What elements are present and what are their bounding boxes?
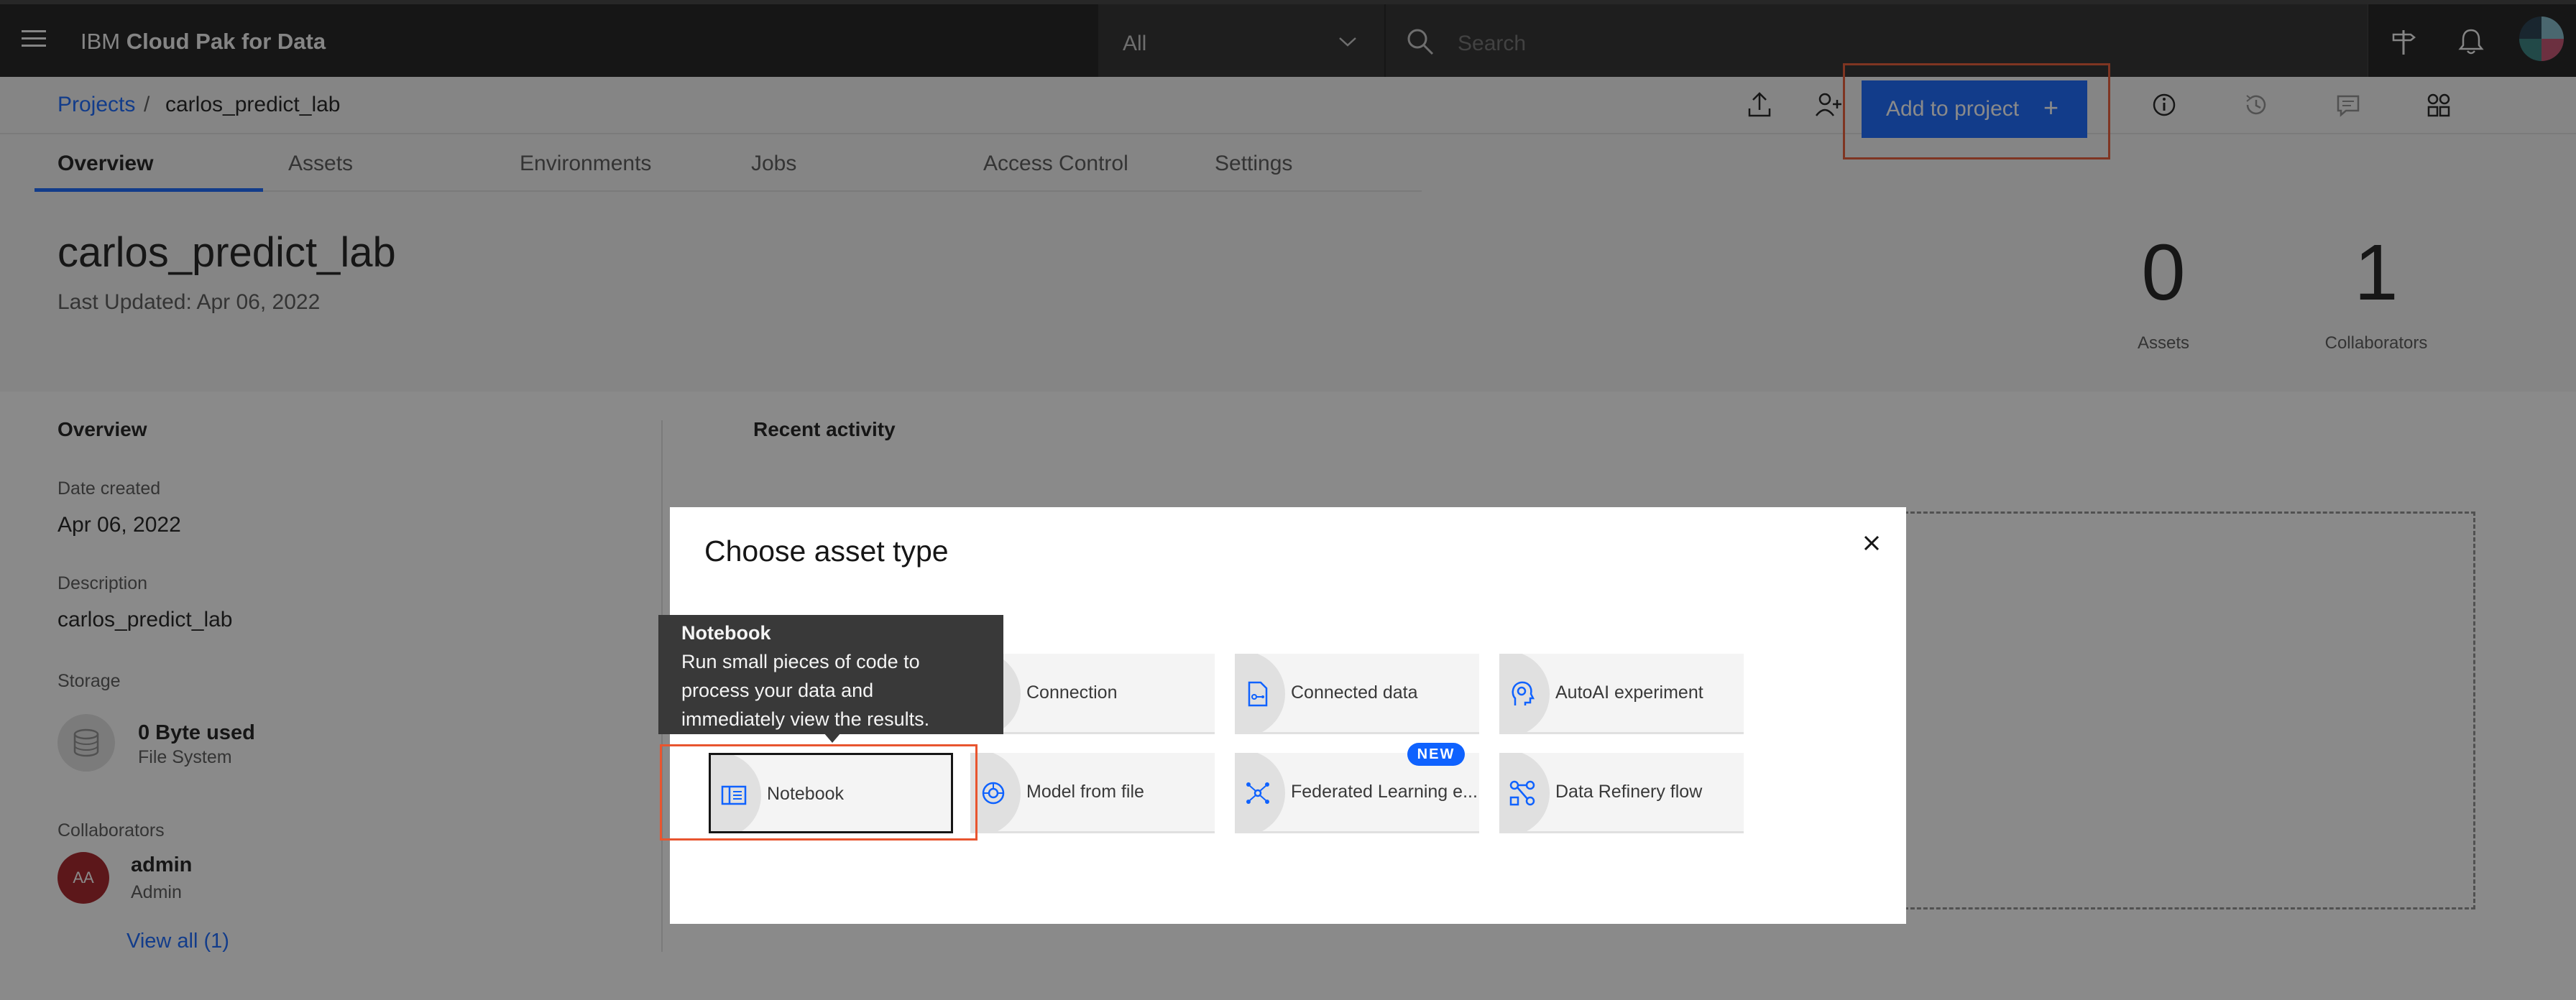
close-icon bbox=[1864, 535, 1880, 551]
federated-learning-icon bbox=[1243, 779, 1272, 807]
close-modal-button[interactable] bbox=[1857, 529, 1886, 557]
tile-data-refinery-flow[interactable]: Data Refinery flow bbox=[1499, 753, 1744, 833]
tooltip-description: Run small pieces of code to process your… bbox=[681, 651, 930, 730]
tile-label: Model from file bbox=[1026, 782, 1144, 802]
tile-label: AutoAI experiment bbox=[1555, 682, 1703, 703]
tooltip-caret bbox=[824, 733, 841, 743]
notebook-tooltip: Notebook Run small pieces of code to pro… bbox=[658, 615, 1003, 734]
tile-label: Federated Learning e... bbox=[1291, 782, 1478, 802]
model-icon bbox=[979, 779, 1008, 807]
data-refinery-icon bbox=[1508, 779, 1537, 807]
tile-connection[interactable]: Connection bbox=[970, 654, 1215, 734]
notebook-highlight bbox=[660, 744, 978, 841]
tooltip-title: Notebook bbox=[681, 622, 771, 644]
connected-data-icon bbox=[1243, 680, 1272, 708]
tile-label: Data Refinery flow bbox=[1555, 782, 1703, 802]
modal-title: Choose asset type bbox=[704, 534, 949, 568]
autoai-icon bbox=[1508, 680, 1537, 708]
tile-model-from-file[interactable]: Model from file bbox=[970, 753, 1215, 833]
tile-connected-data[interactable]: Connected data bbox=[1235, 654, 1479, 734]
tile-label: Connection bbox=[1026, 682, 1118, 703]
tile-label: Connected data bbox=[1291, 682, 1418, 703]
new-badge: NEW bbox=[1407, 743, 1465, 766]
tile-autoai-experiment[interactable]: AutoAI experiment bbox=[1499, 654, 1744, 734]
